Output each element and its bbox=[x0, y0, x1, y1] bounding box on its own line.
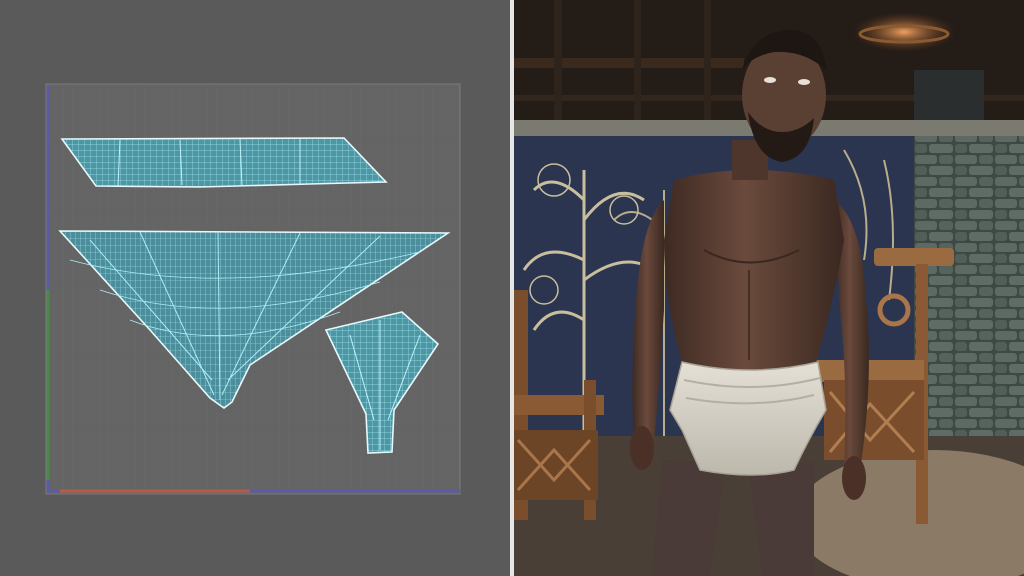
character-preview-viewport[interactable] bbox=[514, 0, 1024, 576]
uv-island-top-strip[interactable] bbox=[60, 137, 388, 188]
uv-editor-canvas[interactable] bbox=[0, 0, 510, 576]
uv-editor-viewport[interactable] bbox=[0, 0, 510, 576]
character-render bbox=[514, 0, 1024, 576]
